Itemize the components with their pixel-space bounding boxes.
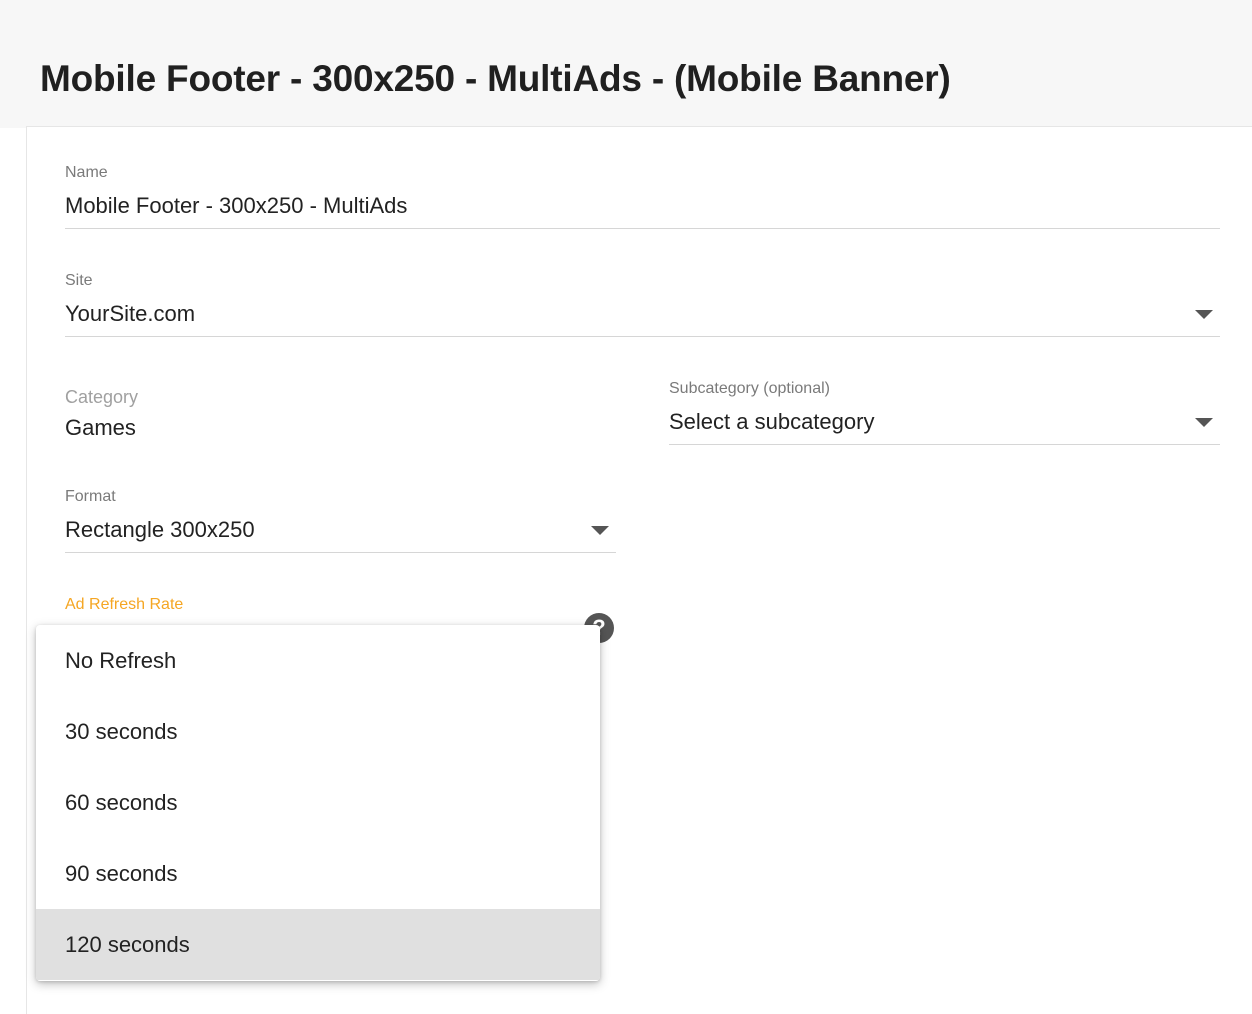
name-input[interactable]: Mobile Footer - 300x250 - MultiAds bbox=[65, 193, 407, 219]
dropdown-option-60-seconds[interactable]: 60 seconds bbox=[36, 767, 600, 838]
category-field: Category Games bbox=[65, 385, 615, 445]
format-value[interactable]: Rectangle 300x250 bbox=[65, 517, 255, 543]
name-underline bbox=[65, 228, 1220, 229]
name-field[interactable]: Name Mobile Footer - 300x250 - MultiAds bbox=[65, 160, 1220, 230]
format-label: Format bbox=[65, 488, 116, 505]
page-title: Mobile Footer - 300x250 - MultiAds - (Mo… bbox=[40, 58, 951, 99]
subcategory-underline bbox=[669, 444, 1220, 445]
subcategory-label: Subcategory (optional) bbox=[669, 380, 830, 397]
format-underline bbox=[65, 552, 616, 553]
dropdown-option-120-seconds[interactable]: 120 seconds bbox=[36, 909, 600, 980]
dropdown-option-30-seconds[interactable]: 30 seconds bbox=[36, 696, 600, 767]
subcategory-caret-down-icon[interactable] bbox=[1195, 418, 1213, 427]
ad-refresh-rate-dropdown[interactable]: No Refresh 30 seconds 60 seconds 90 seco… bbox=[36, 625, 600, 981]
page: Mobile Footer - 300x250 - MultiAds - (Mo… bbox=[0, 0, 1252, 1014]
site-select[interactable]: Site YourSite.com bbox=[65, 268, 1220, 338]
subcategory-value[interactable]: Select a subcategory bbox=[669, 409, 874, 435]
dropdown-option-no-refresh[interactable]: No Refresh bbox=[36, 625, 600, 696]
ad-refresh-rate-label: Ad Refresh Rate bbox=[65, 596, 184, 613]
category-label: Category bbox=[65, 387, 139, 407]
site-caret-down-icon[interactable] bbox=[1195, 310, 1213, 319]
name-label: Name bbox=[65, 164, 108, 181]
subcategory-select[interactable]: Subcategory (optional) Select a subcateg… bbox=[669, 376, 1220, 446]
dropdown-option-90-seconds[interactable]: 90 seconds bbox=[36, 838, 600, 909]
site-underline bbox=[65, 336, 1220, 337]
format-caret-down-icon[interactable] bbox=[591, 526, 609, 535]
site-label: Site bbox=[65, 272, 93, 289]
format-select[interactable]: Format Rectangle 300x250 bbox=[65, 484, 616, 554]
category-value: Games bbox=[65, 415, 136, 440]
page-header: Mobile Footer - 300x250 - MultiAds - (Mo… bbox=[0, 0, 1252, 128]
site-value[interactable]: YourSite.com bbox=[65, 301, 195, 327]
